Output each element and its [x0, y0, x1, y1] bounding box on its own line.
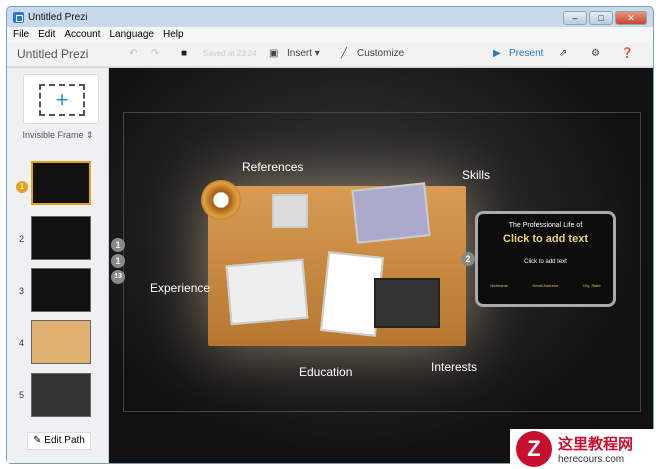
thumb-number: 3	[19, 286, 25, 296]
skills-photo	[351, 182, 431, 244]
menu-account[interactable]: Account	[64, 29, 100, 40]
help-icon[interactable]: ❓	[621, 48, 633, 59]
frame-footer-item[interactable]: Email Address	[533, 283, 559, 288]
saved-status: Saved at 23:24	[203, 49, 257, 58]
plus-icon: +	[39, 84, 85, 116]
settings-gear-icon[interactable]: ⚙	[591, 48, 600, 59]
minimize-button[interactable]: –	[563, 11, 587, 25]
references-card	[272, 194, 308, 228]
add-frame-button[interactable]: +	[23, 74, 99, 124]
path-marker[interactable]: 1	[111, 254, 125, 268]
label-skills[interactable]: Skills	[462, 168, 490, 182]
title-frame[interactable]: The Professional Life of Click to add te…	[475, 211, 616, 307]
present-button[interactable]: Present	[509, 48, 543, 59]
path-marker[interactable]: 13	[111, 270, 125, 284]
frame-type-select[interactable]: Invisible Frame ⇕	[7, 130, 109, 141]
thumb-number: 1	[16, 181, 28, 193]
customize-button[interactable]: Customize	[357, 48, 404, 59]
title-bar: Untitled Prezi – □ ✕	[7, 7, 653, 27]
menu-help[interactable]: Help	[163, 29, 184, 40]
label-interests[interactable]: Interests	[431, 360, 477, 374]
slide-thumbnail[interactable]	[31, 373, 91, 417]
slide-thumbnail[interactable]	[31, 320, 91, 364]
watermark-url: herecours.com	[558, 454, 625, 465]
menu-language[interactable]: Language	[110, 29, 155, 40]
sidebar: + Invisible Frame ⇕ 1 2 3 4 5 ✎ Edit Pat…	[7, 68, 109, 463]
menu-file[interactable]: File	[13, 29, 29, 40]
customize-icon: ╱	[341, 48, 348, 59]
thumb-number: 2	[19, 234, 25, 244]
document-title[interactable]: Untitled Prezi	[17, 47, 88, 61]
label-experience[interactable]: Experience	[150, 281, 210, 295]
path-marker[interactable]: 1	[111, 238, 125, 252]
window-title: Untitled Prezi	[28, 11, 88, 23]
frame-footer-item[interactable]: City, State	[583, 283, 601, 288]
menu-bar: File Edit Account Language Help	[7, 27, 653, 41]
thumb-number: 4	[19, 338, 25, 348]
menu-edit[interactable]: Edit	[38, 29, 55, 40]
clock-lamp-image	[201, 180, 241, 220]
edit-path-label: Edit Path	[44, 435, 85, 446]
watermark-logo: Z	[516, 431, 552, 467]
close-button[interactable]: ✕	[615, 11, 647, 25]
insert-button[interactable]: Insert ▾	[287, 48, 320, 59]
present-icon[interactable]: ▶	[493, 48, 501, 59]
watermark: Z 这里教程网 herecours.com	[510, 429, 660, 469]
slide-thumbnail[interactable]	[31, 268, 91, 312]
thumb-number: 5	[19, 390, 25, 400]
frame-title[interactable]: Click to add text	[478, 233, 613, 245]
maximize-button[interactable]: □	[589, 11, 613, 25]
redo-icon[interactable]: ↷	[151, 48, 159, 59]
app-window: Untitled Prezi – □ ✕ File Edit Account L…	[6, 6, 654, 464]
slide-thumbnail[interactable]	[31, 161, 91, 205]
insert-icon[interactable]: ▣	[269, 48, 278, 59]
slide-thumbnail[interactable]	[31, 216, 91, 260]
frame-body[interactable]: Click to add text	[478, 259, 613, 265]
frame-subtitle: The Professional Life of	[508, 222, 583, 229]
path-marker[interactable]: 2	[461, 252, 475, 266]
undo-icon[interactable]: ↶	[129, 48, 137, 59]
toolbar: Untitled Prezi ↶ ↷ ■ Saved at 23:24 ▣ In…	[7, 41, 653, 67]
prezi-app-icon	[13, 11, 24, 23]
tablet-image	[374, 278, 440, 328]
prezi-canvas[interactable]: References Skills Experience Education I…	[109, 68, 653, 463]
desk-image[interactable]	[208, 182, 466, 346]
save-icon[interactable]: ■	[181, 48, 187, 59]
label-references[interactable]: References	[242, 160, 303, 174]
label-education[interactable]: Education	[299, 365, 352, 379]
watermark-brand: 这里教程网	[558, 436, 634, 453]
frame-type-label: Invisible Frame	[22, 130, 84, 140]
share-icon[interactable]: ⇗	[559, 48, 567, 59]
edit-path-button[interactable]: ✎ Edit Path	[27, 432, 91, 450]
frame-footer-item[interactable]: Nickname	[490, 283, 508, 288]
experience-card	[225, 258, 309, 326]
insert-label: Insert	[287, 48, 313, 59]
